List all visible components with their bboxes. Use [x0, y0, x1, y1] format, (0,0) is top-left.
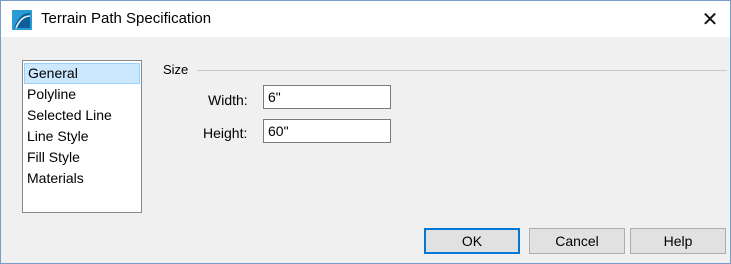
width-field[interactable]: [263, 85, 391, 109]
sidebar-item-selected-line[interactable]: Selected Line: [23, 105, 141, 126]
dialog-window: Terrain Path Specification ✕ General Poly…: [0, 0, 731, 264]
sidebar-item-general[interactable]: General: [24, 63, 140, 84]
sidebar-item-materials[interactable]: Materials: [23, 168, 141, 189]
terrain-path-app-icon: [12, 10, 32, 30]
sidebar-item-line-style[interactable]: Line Style: [23, 126, 141, 147]
window-title: Terrain Path Specification: [41, 10, 212, 27]
size-group-label: Size: [163, 62, 195, 77]
height-field[interactable]: [263, 119, 391, 143]
help-button[interactable]: Help: [630, 228, 726, 254]
sidebar-item-fill-style[interactable]: Fill Style: [23, 147, 141, 168]
width-label: Width:: [208, 92, 248, 108]
height-label: Height:: [203, 125, 248, 141]
size-group-divider: [197, 70, 727, 71]
close-button[interactable]: ✕: [690, 1, 730, 37]
ok-button[interactable]: OK: [424, 228, 520, 254]
cancel-button[interactable]: Cancel: [529, 228, 625, 254]
close-icon: ✕: [701, 8, 719, 31]
category-list-items: General Polyline Selected Line Line Style Fi…: [23, 61, 141, 189]
sidebar-item-polyline[interactable]: Polyline: [23, 84, 141, 105]
category-list[interactable]: General Polyline Selected Line Line Style Fi…: [22, 60, 142, 213]
title-bar: Terrain Path Specification ✕: [1, 1, 730, 37]
